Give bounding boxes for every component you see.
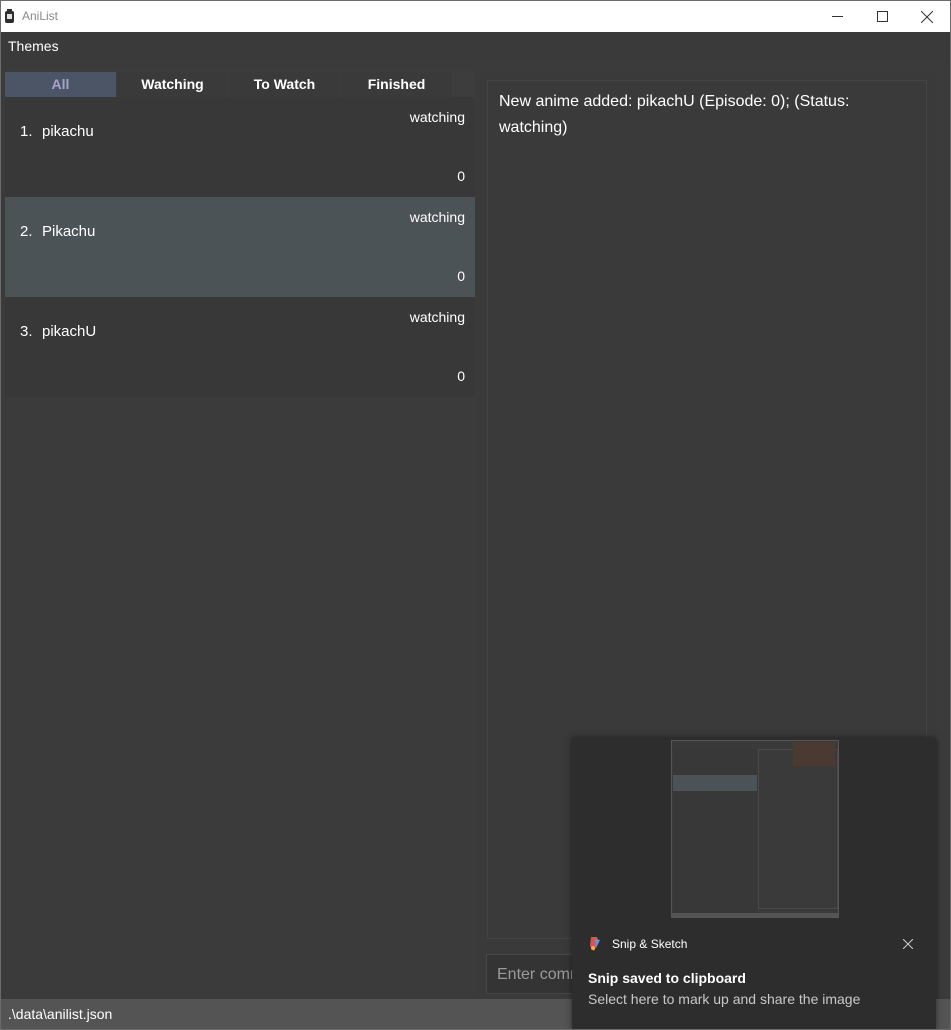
snip-notification[interactable]: Snip & Sketch Snip saved to clipboard Se… (572, 738, 936, 1029)
close-icon (921, 10, 933, 23)
anime-card[interactable]: 1. pikachu watching 0 (5, 97, 475, 197)
anime-card[interactable]: 3. pikachU watching 0 (5, 297, 475, 397)
tab-watching[interactable]: Watching (117, 72, 228, 97)
thumbnail-row (673, 775, 757, 791)
notification-app-name: Snip & Sketch (612, 937, 688, 951)
snip-thumbnail[interactable] (671, 740, 839, 918)
menu-bar: Themes (1, 32, 950, 62)
anime-episode: 0 (457, 368, 465, 384)
thumbnail-status-bar (672, 913, 838, 917)
anime-index: 2. (20, 223, 33, 240)
menu-themes[interactable]: Themes (8, 38, 59, 54)
title-bar: AniList (1, 1, 950, 32)
anime-name: pikachU (42, 323, 97, 340)
close-button[interactable] (904, 1, 950, 32)
anime-index: 3. (20, 323, 33, 340)
anime-list-panel: All Watching To Watch Finished 1. pikach… (5, 71, 475, 997)
tab-all[interactable]: All (5, 72, 116, 97)
maximize-icon (876, 11, 888, 22)
thumbnail-row (673, 793, 757, 809)
anime-name: Pikachu (42, 223, 96, 240)
thumbnail-row (673, 757, 757, 773)
minimize-icon (831, 16, 843, 17)
anilist-app-icon (4, 9, 15, 24)
anime-name: pikachu (42, 123, 94, 140)
minimize-button[interactable] (814, 1, 860, 32)
tab-bar: All Watching To Watch Finished (5, 71, 475, 97)
anime-episode: 0 (457, 268, 465, 284)
app-window: AniList Themes All Watching To Watch Fin… (0, 0, 951, 1030)
thumbnail-photo (793, 742, 835, 766)
anime-status: watching (409, 309, 465, 325)
snip-sketch-icon (588, 936, 602, 952)
data-file-path: .\data\anilist.json (8, 1006, 113, 1022)
anime-episode: 0 (457, 168, 465, 184)
tab-to-watch[interactable]: To Watch (229, 72, 340, 97)
maximize-button[interactable] (859, 1, 905, 32)
anime-card[interactable]: 2. Pikachu watching 0 (5, 197, 475, 297)
thumbnail-right-panel (758, 749, 838, 909)
anime-status: watching (409, 209, 465, 225)
close-icon (903, 939, 913, 949)
anime-list: 1. pikachu watching 0 2. Pikachu watchin… (5, 97, 475, 397)
anime-status: watching (409, 109, 465, 125)
window-title: AniList (22, 9, 59, 23)
notification-title: Snip saved to clipboard (588, 970, 746, 986)
notification-body: Select here to mark up and share the ima… (588, 991, 861, 1007)
notification-close-button[interactable] (898, 935, 918, 953)
tab-finished[interactable]: Finished (341, 72, 452, 97)
anime-index: 1. (20, 123, 33, 140)
result-message: New anime added: pikachU (Episode: 0); (… (499, 93, 850, 136)
thumbnail-left-panel (673, 749, 757, 915)
